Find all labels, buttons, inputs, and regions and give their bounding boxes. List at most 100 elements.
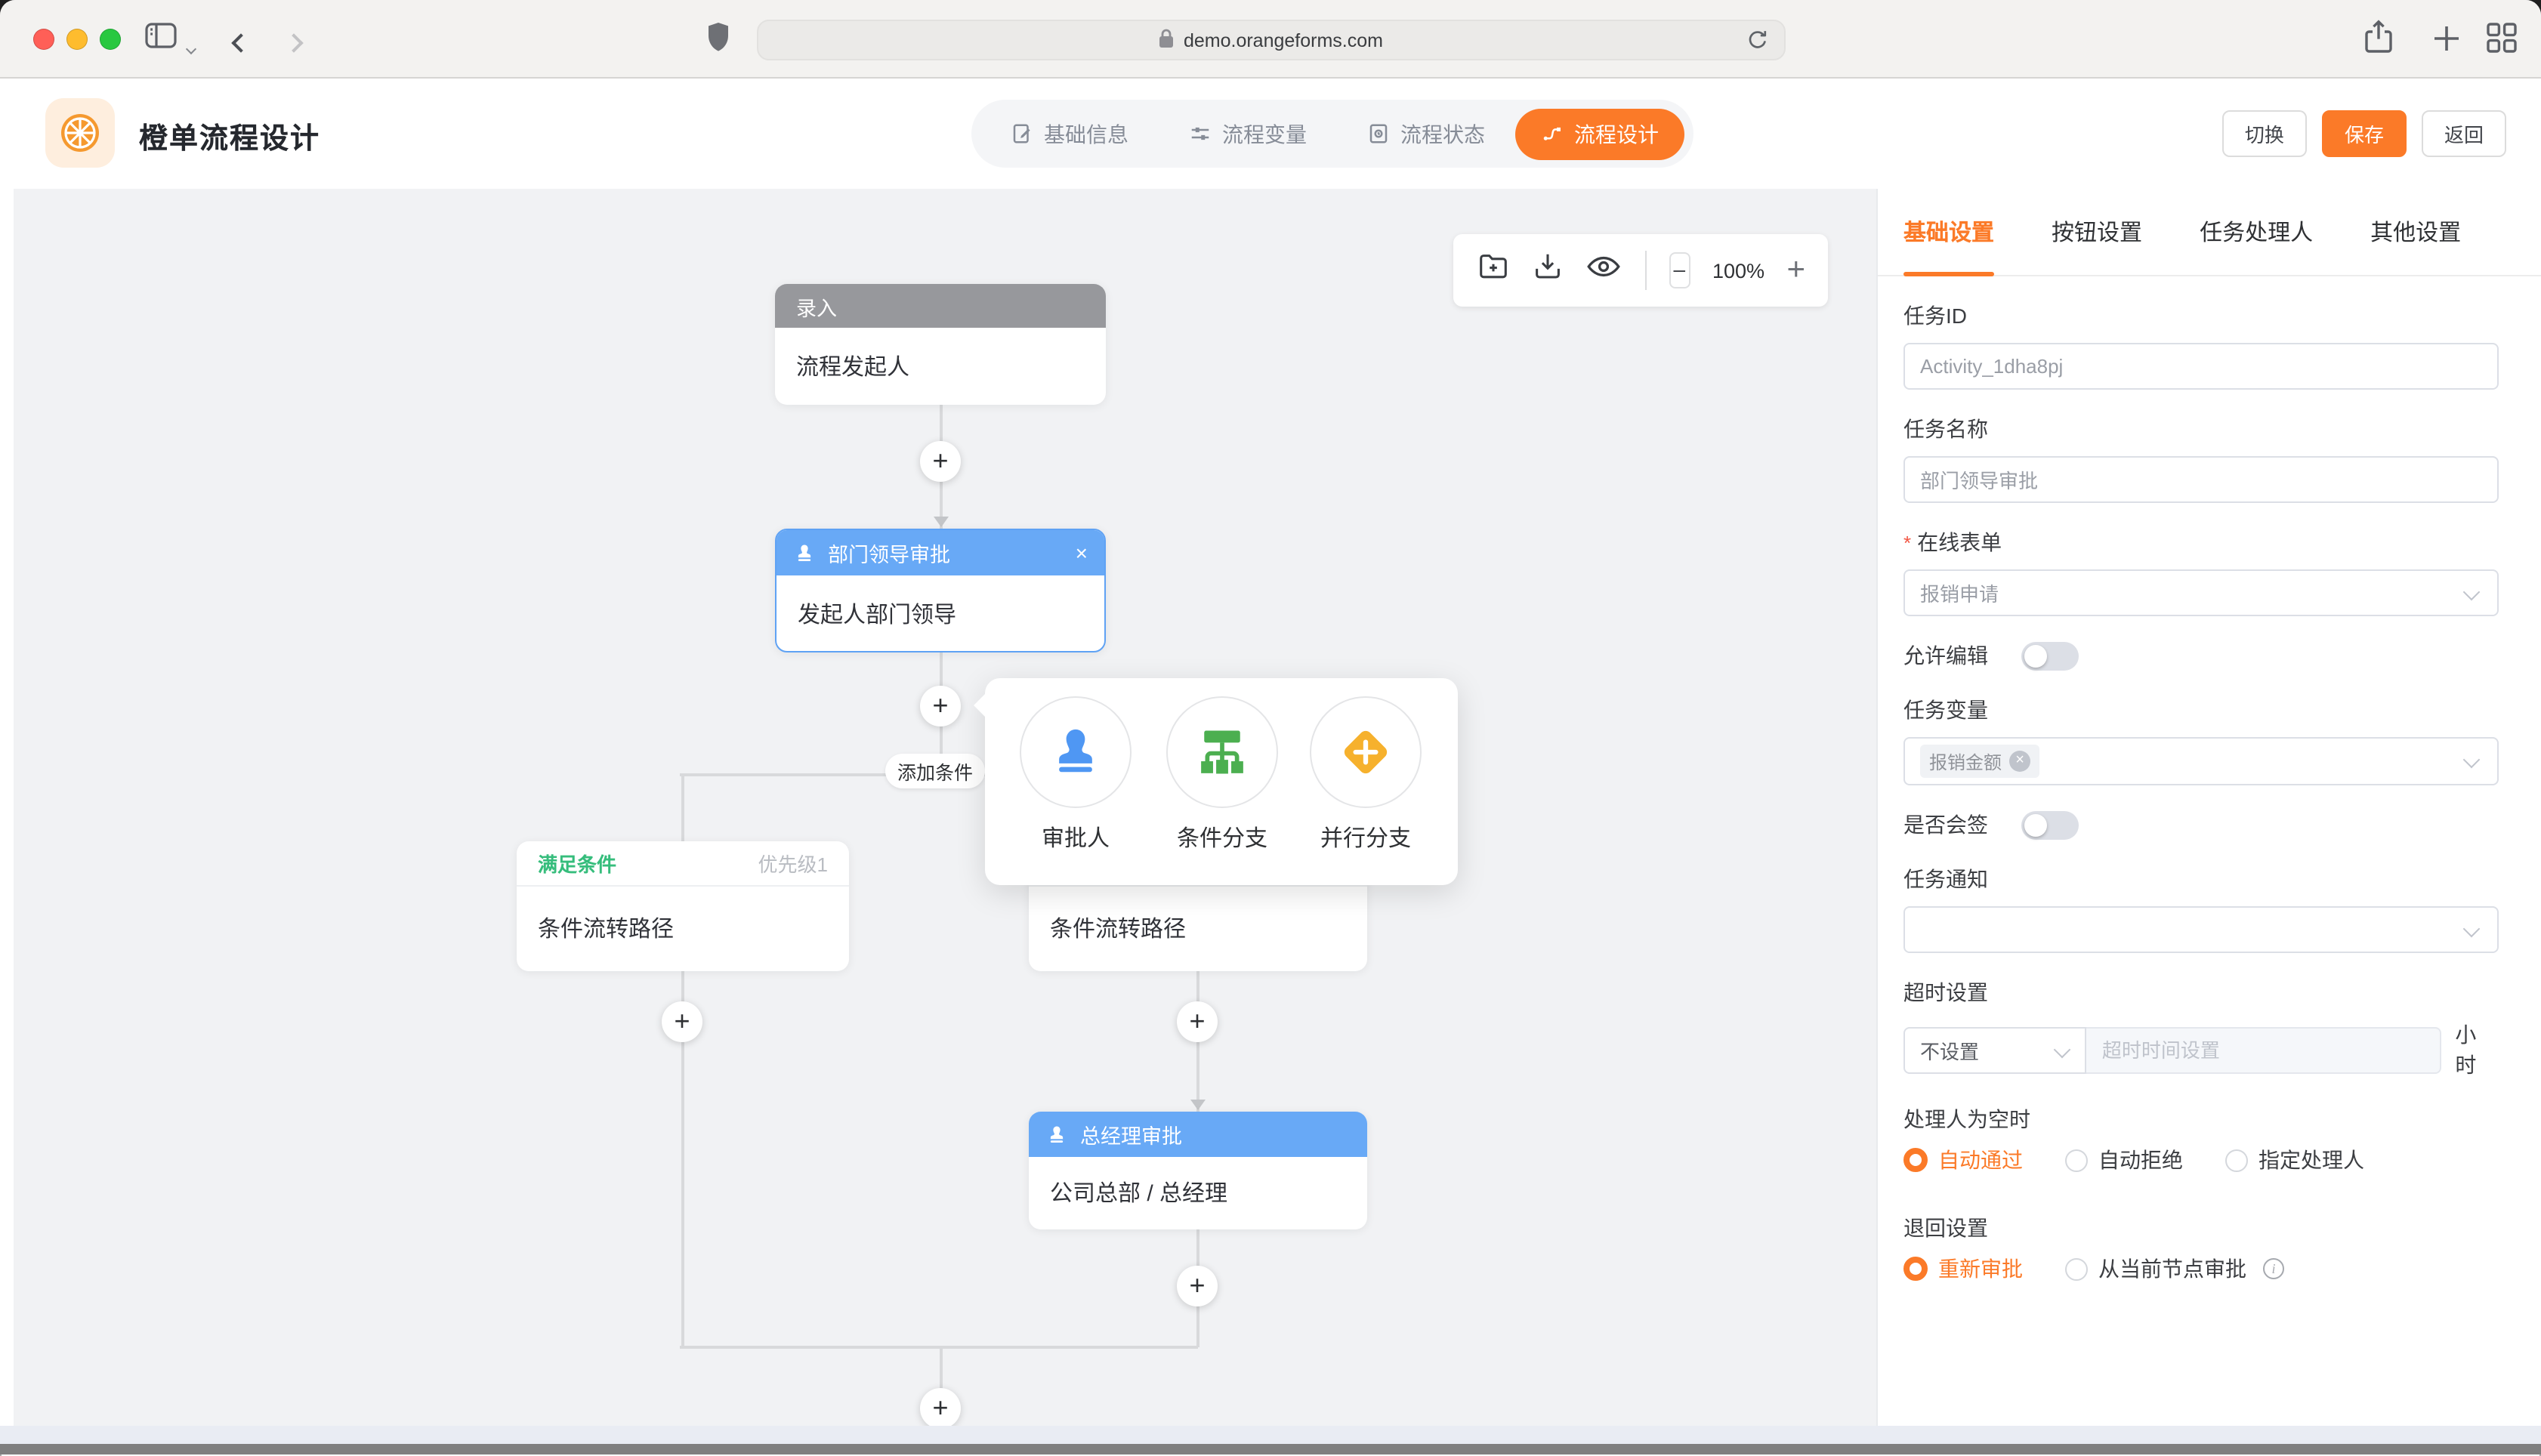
tab-process-status[interactable]: 流程状态 <box>1337 100 1515 168</box>
tab-label: 流程状态 <box>1400 119 1485 149</box>
node-condition-left[interactable]: 满足条件 优先级1 条件流转路径 <box>517 841 849 971</box>
add-node-button[interactable] <box>1177 1001 1218 1041</box>
radio-re-approve[interactable]: 重新审批 <box>1903 1254 2023 1284</box>
field-label: 在线表单 <box>1903 527 2497 557</box>
countersign-field: 是否会签 <box>1903 810 2497 840</box>
online-form-select[interactable]: 报销申请 <box>1903 569 2499 616</box>
tab-basic-settings[interactable]: 基础设置 <box>1903 188 1994 276</box>
task-variables-select[interactable]: 报销金额 <box>1903 737 2499 785</box>
zoom-in-button[interactable] <box>1786 252 1805 288</box>
zoom-out-button[interactable] <box>1669 252 1690 288</box>
add-node-button[interactable] <box>662 1001 702 1041</box>
preview-eye-icon[interactable] <box>1585 248 1622 293</box>
popup-item-approver[interactable]: 审批人 <box>1020 696 1132 853</box>
radio-assign-handler[interactable]: 指定处理人 <box>2225 1145 2364 1175</box>
node-header-label: 总经理审批 <box>1080 1119 1182 1149</box>
task-notify-field: 任务通知 <box>1903 864 2497 953</box>
add-node-button[interactable] <box>920 685 961 726</box>
arrowhead-icon <box>933 517 948 527</box>
tab-basic-info[interactable]: 基础信息 <box>980 100 1159 168</box>
doc-edit-icon <box>1011 122 1033 145</box>
header-actions: 切换 保存 返回 <box>2222 110 2506 157</box>
field-label: 任务ID <box>1903 301 2497 331</box>
tab-process-variables[interactable]: 流程变量 <box>1159 100 1337 168</box>
radio-from-current-node[interactable]: 从当前节点审批 <box>2065 1254 2284 1284</box>
field-label: 是否会签 <box>1903 810 1988 840</box>
timeout-unit-label: 小时 <box>2455 1020 2497 1080</box>
reload-icon[interactable] <box>1745 27 1771 57</box>
radio-selected-icon <box>1903 1257 1928 1281</box>
add-node-button[interactable] <box>920 440 961 481</box>
selected-value: 报销申请 <box>1920 578 1999 607</box>
sidebar-chevron-icon[interactable] <box>187 33 195 60</box>
fullscreen-window-button[interactable] <box>100 29 121 50</box>
forward-button[interactable] <box>287 30 301 57</box>
node-body-text: 条件流转路径 <box>538 912 674 944</box>
radio-icon <box>2065 1257 2088 1280</box>
selected-value: 不设置 <box>1920 1035 1979 1064</box>
tab-other-settings[interactable]: 其他设置 <box>2370 188 2461 276</box>
new-tab-icon[interactable] <box>2432 24 2461 57</box>
back-button-app[interactable]: 返回 <box>2422 110 2506 157</box>
back-button[interactable] <box>234 30 248 57</box>
doc-status-icon <box>1367 122 1390 145</box>
node-dept-approval[interactable]: 部门领导审批 发起人部门领导 <box>775 529 1106 652</box>
workflow-nav-tabs: 基础信息 流程变量 流程状态 流程设计 <box>971 100 1693 168</box>
field-label: 任务通知 <box>1903 864 2497 894</box>
radio-auto-pass[interactable]: 自动通过 <box>1903 1145 2023 1175</box>
allow-edit-toggle[interactable] <box>2021 641 2079 670</box>
field-label: 任务名称 <box>1903 414 2497 444</box>
sidebar-toggle-icon[interactable] <box>145 23 177 56</box>
approver-icon <box>1045 1123 1068 1146</box>
minimize-window-button[interactable] <box>66 29 88 50</box>
condition-tag: 满足条件 <box>538 849 616 878</box>
zoom-level: 100% <box>1709 259 1767 282</box>
field-label: 允许编辑 <box>1903 640 1988 671</box>
browser-chrome: demo.orangeforms.com <box>0 0 2541 79</box>
node-start[interactable]: 录入 流程发起人 <box>775 284 1106 405</box>
popup-item-parallel-branch[interactable]: 并行分支 <box>1310 696 1422 853</box>
timeout-mode-select[interactable]: 不设置 <box>1903 1026 2087 1073</box>
node-gm-approval[interactable]: 总经理审批 公司总部 / 总经理 <box>1029 1112 1367 1229</box>
field-label: 超时设置 <box>1903 977 2497 1007</box>
allow-edit-field: 允许编辑 <box>1903 640 2497 671</box>
app-logo <box>45 98 115 168</box>
node-body-text: 发起人部门领导 <box>798 597 956 629</box>
priority-label: 优先级1 <box>758 849 828 878</box>
tab-overview-icon[interactable] <box>2487 23 2517 60</box>
url-field[interactable]: demo.orangeforms.com <box>757 20 1786 60</box>
radio-label: 指定处理人 <box>2258 1145 2364 1175</box>
tab-label: 流程变量 <box>1222 119 1307 149</box>
task-name-input[interactable] <box>1903 456 2499 503</box>
task-id-input <box>1903 343 2499 390</box>
countersign-toggle[interactable] <box>2021 810 2079 839</box>
tab-task-assignee[interactable]: 任务处理人 <box>2200 188 2313 276</box>
timeout-field: 超时设置 不设置 小时 <box>1903 977 2497 1080</box>
flow-canvas[interactable]: 录入 流程发起人 部门领导审批 发起人部门领导 添加条件 <box>14 189 1876 1426</box>
switch-button[interactable]: 切换 <box>2222 110 2307 157</box>
radio-label: 重新审批 <box>1938 1254 2023 1284</box>
tab-label: 基础信息 <box>1044 119 1128 149</box>
lock-icon <box>1159 28 1175 52</box>
browser-window: demo.orangeforms.com <box>0 0 2541 1456</box>
download-icon[interactable] <box>1530 249 1565 292</box>
panel-body: 任务ID 任务名称 在线表单 报销申请 允许编辑 <box>1878 301 2541 1282</box>
privacy-shield-icon[interactable] <box>707 21 730 60</box>
save-button[interactable]: 保存 <box>2322 110 2407 157</box>
task-notify-select[interactable] <box>1903 906 2499 953</box>
radio-auto-reject[interactable]: 自动拒绝 <box>2065 1145 2183 1175</box>
remove-tag-icon[interactable] <box>2009 751 2030 772</box>
share-icon[interactable] <box>2364 20 2393 62</box>
add-node-button[interactable] <box>1177 1265 1218 1306</box>
info-icon[interactable] <box>2263 1258 2284 1279</box>
close-window-button[interactable] <box>33 29 54 50</box>
add-condition-tooltip: 添加条件 <box>885 754 985 788</box>
radio-label: 自动通过 <box>1938 1145 2023 1175</box>
add-node-button[interactable] <box>920 1387 961 1426</box>
radio-label: 自动拒绝 <box>2098 1145 2183 1175</box>
close-icon[interactable] <box>1076 542 1088 563</box>
open-file-icon[interactable] <box>1476 249 1511 292</box>
tab-process-design[interactable]: 流程设计 <box>1515 108 1684 159</box>
tab-button-settings[interactable]: 按钮设置 <box>2052 188 2142 276</box>
popup-item-condition-branch[interactable]: 条件分支 <box>1166 696 1278 853</box>
